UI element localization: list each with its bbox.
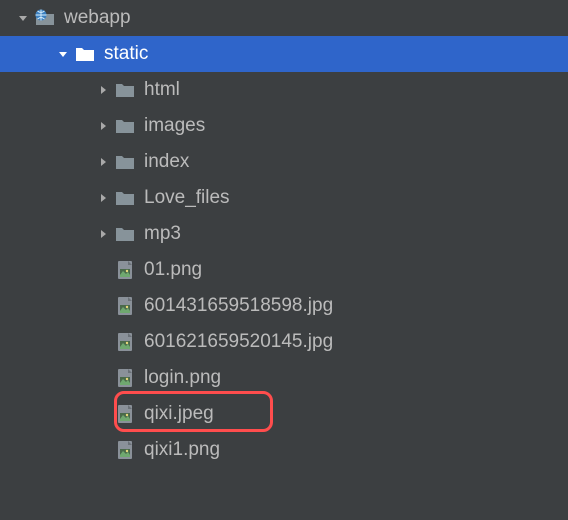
tree-item-label: index — [144, 144, 189, 180]
tree-item-label: static — [104, 36, 148, 72]
image-file-icon — [114, 403, 136, 425]
image-file-icon — [114, 295, 136, 317]
tree-item-label: 01.png — [144, 252, 202, 288]
tree-row[interactable]: index — [0, 144, 568, 180]
tree-row[interactable]: login.png — [0, 360, 568, 396]
chevron-down-icon[interactable] — [14, 9, 32, 27]
tree-item-label: images — [144, 108, 205, 144]
tree-row[interactable]: qixi.jpeg — [0, 396, 568, 432]
tree-item-label: qixi1.png — [144, 432, 220, 468]
tree-item-label: qixi.jpeg — [144, 396, 214, 432]
chevron-down-icon[interactable] — [54, 45, 72, 63]
folder-icon — [114, 187, 136, 209]
tree-row[interactable]: qixi1.png — [0, 432, 568, 468]
project-tree: webappstatichtmlimagesindexLove_filesmp3… — [0, 0, 568, 468]
tree-item-label: html — [144, 72, 180, 108]
chevron-right-icon[interactable] — [94, 189, 112, 207]
folder-icon — [114, 79, 136, 101]
chevron-right-icon[interactable] — [94, 81, 112, 99]
folder-icon — [114, 223, 136, 245]
tree-item-label: login.png — [144, 360, 221, 396]
web-folder-icon — [34, 7, 56, 29]
tree-row[interactable]: 601431659518598.jpg — [0, 288, 568, 324]
tree-row[interactable]: 601621659520145.jpg — [0, 324, 568, 360]
tree-row[interactable]: 01.png — [0, 252, 568, 288]
folder-icon — [114, 151, 136, 173]
tree-item-label: webapp — [64, 0, 131, 36]
image-file-icon — [114, 439, 136, 461]
tree-item-label: Love_files — [144, 180, 230, 216]
tree-row[interactable]: images — [0, 108, 568, 144]
chevron-right-icon[interactable] — [94, 153, 112, 171]
image-file-icon — [114, 331, 136, 353]
tree-item-label: 601431659518598.jpg — [144, 288, 333, 324]
chevron-right-icon[interactable] — [94, 117, 112, 135]
tree-row[interactable]: mp3 — [0, 216, 568, 252]
tree-item-label: mp3 — [144, 216, 181, 252]
tree-row[interactable]: html — [0, 72, 568, 108]
tree-row[interactable]: webapp — [0, 0, 568, 36]
image-file-icon — [114, 259, 136, 281]
chevron-right-icon[interactable] — [94, 225, 112, 243]
tree-row[interactable]: static — [0, 36, 568, 72]
folder-icon — [114, 115, 136, 137]
tree-row[interactable]: Love_files — [0, 180, 568, 216]
tree-item-label: 601621659520145.jpg — [144, 324, 333, 360]
image-file-icon — [114, 367, 136, 389]
folder-icon — [74, 43, 96, 65]
